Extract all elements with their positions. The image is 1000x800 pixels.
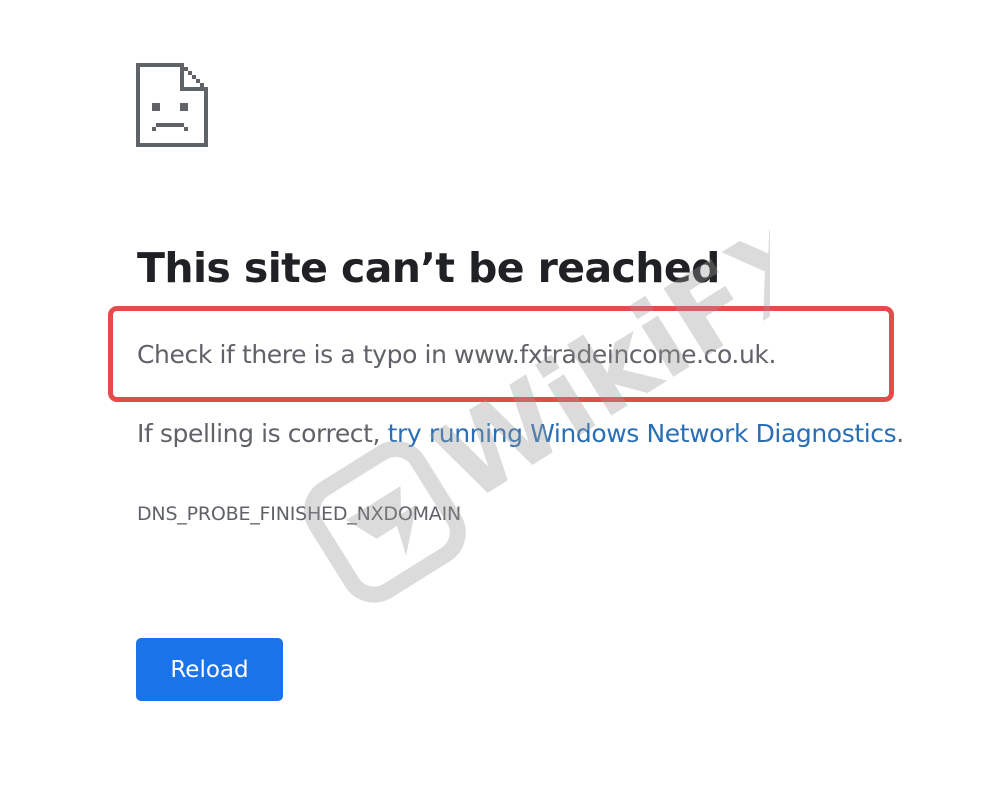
network-diagnostics-link[interactable]: try running Windows Network Diagnostics (388, 419, 897, 448)
suggestion-prefix: If spelling is correct, (137, 419, 388, 448)
typo-message: Check if there is a typo in www.fxtradei… (137, 340, 777, 369)
suggestion-suffix: . (896, 419, 904, 448)
suggestion-text: If spelling is correct, try running Wind… (137, 419, 904, 448)
error-code: DNS_PROBE_FINISHED_NXDOMAIN (137, 503, 462, 525)
reload-button[interactable]: Reload (136, 638, 283, 701)
error-page: This site can’t be reached Check if ther… (0, 0, 1000, 800)
error-heading: This site can’t be reached (137, 244, 720, 292)
sad-document-icon (136, 63, 208, 147)
